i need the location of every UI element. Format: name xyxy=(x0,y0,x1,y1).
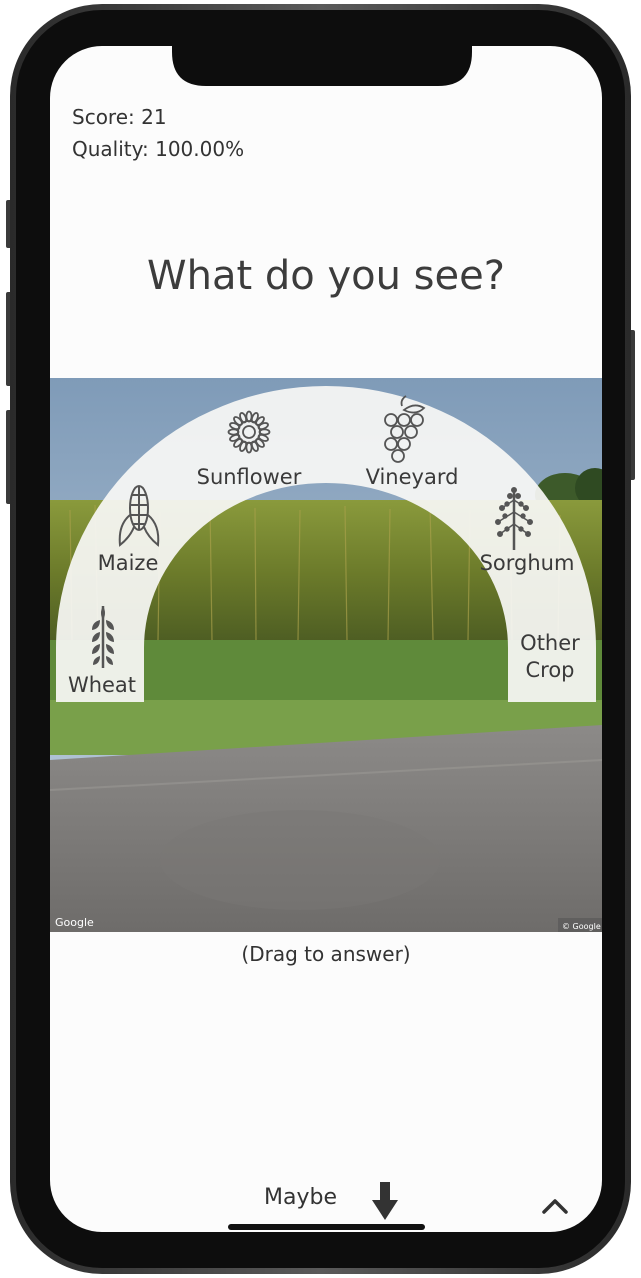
quality-text: Quality: 100.00% xyxy=(72,137,245,161)
google-watermark-right: © Google xyxy=(562,922,601,931)
option-other-label-line2: Crop xyxy=(525,658,574,682)
home-indicator[interactable] xyxy=(228,1224,425,1230)
notch xyxy=(172,46,472,86)
option-sunflower-label: Sunflower xyxy=(197,465,302,489)
option-maize-label: Maize xyxy=(98,551,159,575)
option-other-label-line1: Other xyxy=(520,631,580,655)
score-text: Score: 21 xyxy=(72,105,167,129)
option-wheat-label: Wheat xyxy=(68,673,136,697)
drag-hint: (Drag to answer) xyxy=(241,942,411,966)
option-vineyard-label: Vineyard xyxy=(366,465,459,489)
option-sorghum-label: Sorghum xyxy=(480,551,575,575)
google-watermark-left: Google xyxy=(55,916,94,929)
maybe-button[interactable]: Maybe xyxy=(264,1185,337,1210)
question-title: What do you see? xyxy=(147,253,505,299)
phone-frame: Google © Google Wheat Maize Sunflower Vi… xyxy=(6,4,635,1274)
